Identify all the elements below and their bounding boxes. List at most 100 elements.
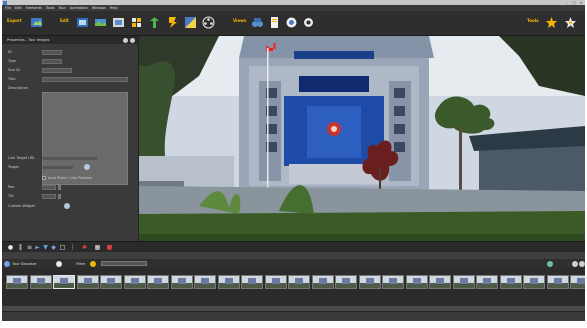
menu-window[interactable]: Window xyxy=(92,6,106,10)
filter-tool-icon[interactable] xyxy=(90,260,96,267)
tools-gear-button[interactable] xyxy=(564,16,577,29)
thumbnail-bld xyxy=(224,278,233,285)
tour-thumbnail[interactable] xyxy=(170,275,193,289)
more-icon[interactable]: ⋮ xyxy=(69,244,76,251)
browser-settings-icon[interactable] xyxy=(572,260,578,267)
menu-edit[interactable]: Edit xyxy=(15,6,22,10)
menu-tour[interactable]: Tour xyxy=(59,6,66,10)
tour-thumbnail[interactable] xyxy=(382,275,404,289)
menu-elements[interactable]: Elements xyxy=(26,6,42,10)
tour-thumbnail[interactable] xyxy=(499,275,522,289)
list-icon[interactable]: ≡ xyxy=(26,244,33,251)
views-globe-button[interactable] xyxy=(285,16,298,29)
tour-thumbnail[interactable] xyxy=(476,275,498,289)
views-page-button[interactable] xyxy=(268,16,281,29)
film-reel-icon xyxy=(202,16,215,29)
select-icon[interactable]: □ xyxy=(59,244,66,251)
tour-browser-title: Tour Browser xyxy=(12,261,37,266)
pick-target-icon[interactable] xyxy=(84,164,90,170)
pause-icon[interactable]: ‖ xyxy=(17,244,24,251)
auto-place-checkbox[interactable] xyxy=(42,176,46,180)
record-icon[interactable]: ● xyxy=(7,244,14,251)
tour-thumbnail[interactable] xyxy=(194,275,216,289)
tour-thumbnail[interactable] xyxy=(53,275,75,289)
tour-thumbnail[interactable] xyxy=(123,275,146,289)
edit-color-button[interactable] xyxy=(184,16,197,29)
views-settings-button[interactable] xyxy=(302,16,315,29)
tour-thumbnail[interactable] xyxy=(29,275,52,289)
tour-thumbnail[interactable] xyxy=(358,275,381,289)
tour-thumbnail[interactable] xyxy=(241,275,263,289)
splitter[interactable] xyxy=(2,252,585,259)
edit-hotspot-button[interactable] xyxy=(130,16,143,29)
document-icon xyxy=(271,17,278,28)
edit-film-button[interactable] xyxy=(202,16,215,29)
tour-thumbnail[interactable] xyxy=(405,275,428,289)
tour-thumbnail[interactable] xyxy=(452,275,475,289)
tour-thumbnail[interactable] xyxy=(76,275,99,289)
pan-field[interactable] xyxy=(42,185,56,190)
tour-thumbnail[interactable] xyxy=(335,275,357,289)
export-button[interactable] xyxy=(30,16,43,29)
minimize-icon[interactable]: – xyxy=(565,1,569,5)
stop-icon[interactable]: ✱ xyxy=(81,244,88,251)
tools-star-button[interactable] xyxy=(545,16,558,29)
capture-icon[interactable]: ■ xyxy=(106,244,113,251)
thumbnail-strip xyxy=(2,268,585,306)
menu-help[interactable]: Help xyxy=(110,6,118,10)
thumbnail-bld xyxy=(577,278,585,285)
edit-cube-button[interactable] xyxy=(112,16,125,29)
add-image-icon[interactable] xyxy=(56,260,62,267)
filter-icon[interactable]: ▼ xyxy=(42,244,49,251)
tour-thumbnail[interactable] xyxy=(288,275,310,289)
tools-label: Tools xyxy=(527,18,539,23)
description-field[interactable] xyxy=(42,92,128,185)
thumbnail-bld xyxy=(13,278,21,285)
panorama-viewer[interactable] xyxy=(139,36,585,241)
tour-thumbnail[interactable] xyxy=(546,275,569,289)
tour-thumbnail[interactable] xyxy=(311,275,334,289)
edit-arrows-button[interactable] xyxy=(148,16,161,29)
tour-thumbnail[interactable] xyxy=(523,275,545,289)
gear-star-icon xyxy=(565,17,576,28)
tour-thumbnail[interactable] xyxy=(6,275,28,289)
filter-select[interactable] xyxy=(101,261,147,266)
edit-panorama-button[interactable] xyxy=(94,16,107,29)
tour-thumbnail[interactable] xyxy=(147,275,169,289)
target-select[interactable] xyxy=(42,165,74,170)
menu-file[interactable]: File xyxy=(5,6,11,10)
views-binocular-button[interactable] xyxy=(251,16,264,29)
app-window: – □ × File Edit Elements Tools Tour Anim… xyxy=(2,0,585,321)
thumbnail-bld xyxy=(107,278,115,285)
size-id-field[interactable] xyxy=(42,68,72,73)
id-field[interactable] xyxy=(42,50,62,55)
type-select[interactable] xyxy=(42,59,62,64)
browser-close-icon[interactable] xyxy=(579,260,585,267)
panel-close-icon[interactable] xyxy=(130,37,135,43)
menu-tools[interactable]: Tools xyxy=(46,6,55,10)
tilt-stepper[interactable] xyxy=(58,194,61,199)
maximize-icon[interactable]: □ xyxy=(572,1,576,5)
thumbnail-bld xyxy=(248,278,256,285)
link-target-field[interactable] xyxy=(42,156,98,161)
tilt-field[interactable] xyxy=(42,194,56,199)
panel-settings-icon[interactable] xyxy=(123,37,128,43)
thumbnail-bld xyxy=(60,278,68,285)
title-field[interactable] xyxy=(42,77,128,82)
view-toggle-icon[interactable] xyxy=(547,260,553,267)
menu-animation[interactable]: Animation xyxy=(70,6,88,10)
edit-images-button[interactable] xyxy=(76,16,89,29)
thumbnail-bld xyxy=(483,278,491,285)
tour-thumbnail[interactable] xyxy=(100,275,122,289)
tour-thumbnail[interactable] xyxy=(429,275,451,289)
nav-icon[interactable]: ◆ xyxy=(50,244,57,251)
tour-thumbnail[interactable] xyxy=(264,275,287,289)
pan-stepper[interactable] xyxy=(58,185,61,190)
grid-icon[interactable]: ▦ xyxy=(94,244,101,251)
close-icon[interactable]: × xyxy=(579,1,583,5)
custom-widget-icon[interactable] xyxy=(64,203,70,209)
step-forward-icon[interactable]: ► xyxy=(34,244,41,251)
tour-thumbnail[interactable] xyxy=(570,275,585,289)
edit-skin-button[interactable] xyxy=(166,16,179,29)
tour-thumbnail[interactable] xyxy=(217,275,240,289)
